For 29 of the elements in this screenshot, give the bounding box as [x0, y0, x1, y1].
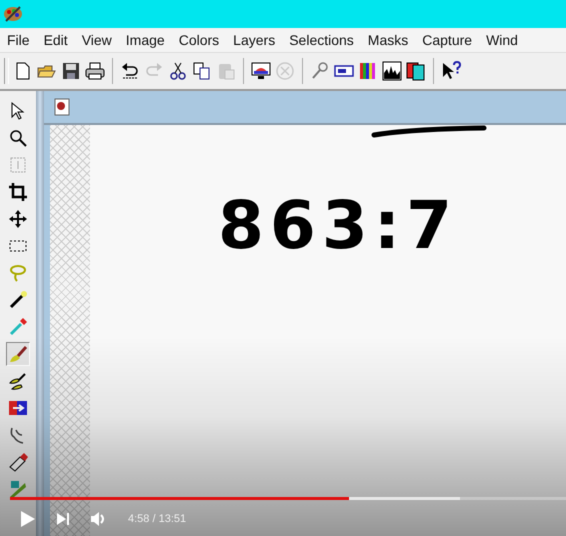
menu-item[interactable]: Image: [118, 32, 172, 48]
palette-icon: [3, 5, 23, 23]
menu-item[interactable]: Edit: [36, 32, 75, 48]
undo-icon[interactable]: [120, 61, 140, 81]
menu-item[interactable]: Wind: [479, 32, 525, 48]
histogram-icon[interactable]: [382, 61, 402, 81]
menu-item[interactable]: Masks: [360, 32, 416, 48]
menu-item[interactable]: View: [74, 32, 119, 48]
time-display: 4:58 / 13:51: [128, 513, 186, 525]
handwritten-text: 863:7: [218, 193, 458, 259]
monitor-icon[interactable]: [251, 61, 271, 81]
color-bars-icon[interactable]: [358, 61, 378, 81]
layers-icon[interactable]: [406, 61, 426, 81]
next-icon[interactable]: [56, 512, 70, 526]
menu-item[interactable]: File: [0, 32, 37, 48]
help-pointer-icon[interactable]: [441, 61, 461, 81]
copy-icon[interactable]: [192, 61, 212, 81]
printer-icon[interactable]: [85, 61, 105, 81]
menu-item[interactable]: Colors: [172, 32, 226, 48]
paintbrush-icon[interactable]: [6, 342, 30, 366]
scissors-icon[interactable]: [168, 61, 188, 81]
menu-item[interactable]: Layers: [226, 32, 282, 48]
wrench-icon[interactable]: [310, 61, 330, 81]
document-icon: [54, 98, 70, 116]
menu-item[interactable]: Capture: [415, 32, 480, 48]
progress-track[interactable]: [10, 497, 566, 500]
crop-icon[interactable]: [6, 180, 30, 204]
menu-item[interactable]: Selections: [282, 32, 361, 48]
volume-icon[interactable]: [90, 511, 106, 527]
